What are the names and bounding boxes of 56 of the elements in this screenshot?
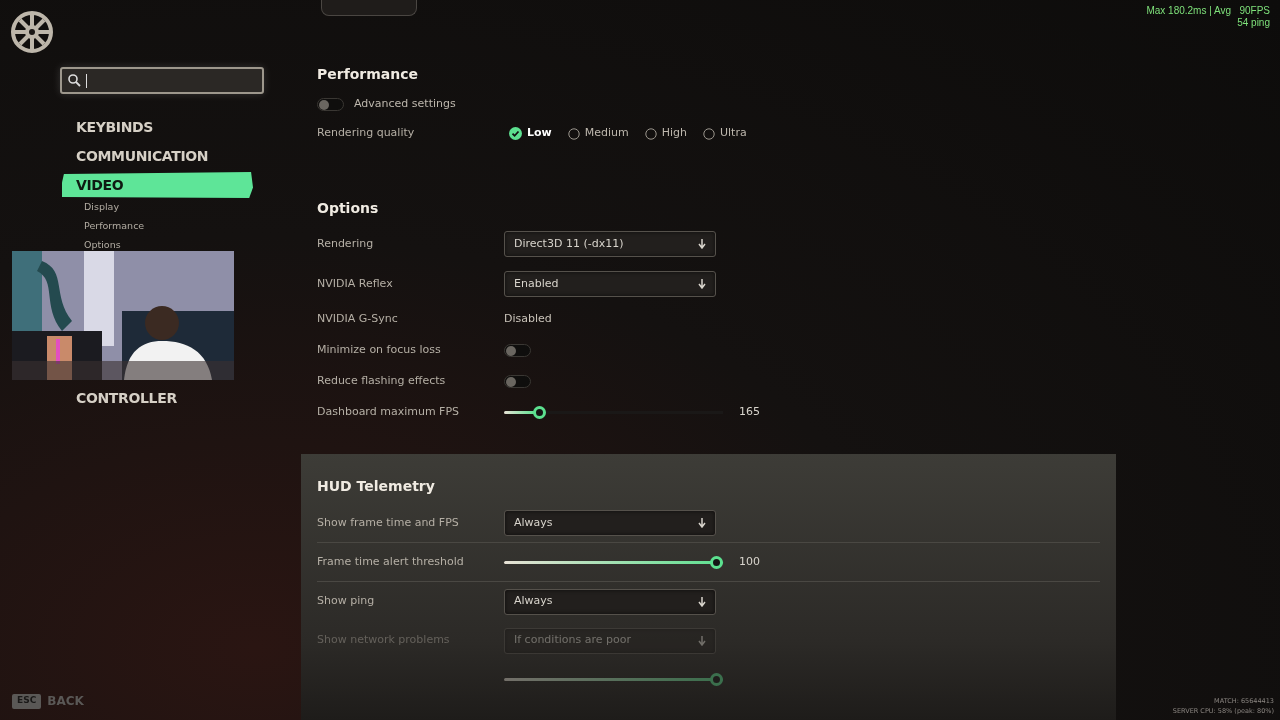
section-heading: Options <box>317 198 380 218</box>
search-icon <box>68 74 81 87</box>
down-arrow-icon <box>698 279 706 289</box>
wheel-logo-icon[interactable] <box>10 10 54 54</box>
toggle-switch[interactable] <box>504 375 531 388</box>
setting-label: Rendering <box>317 235 375 252</box>
toggle-switch[interactable] <box>317 98 344 111</box>
down-arrow-icon <box>698 635 706 646</box>
setting-label: Minimize on focus loss <box>317 342 442 359</box>
dropdown-value: Always <box>514 514 553 531</box>
setting-label: Advanced settings <box>354 96 456 113</box>
nav-subitem[interactable]: Performance <box>62 217 253 236</box>
search-field[interactable] <box>60 67 264 94</box>
dropdown[interactable]: Enabled <box>504 271 716 297</box>
setting-label: Frame time alert threshold <box>317 553 465 570</box>
dropdown-value: If conditions are poor <box>514 632 631 649</box>
tab-button[interactable] <box>321 0 417 16</box>
setting-label: Show ping <box>317 593 376 610</box>
toggle-switch[interactable] <box>504 344 531 357</box>
setting-label: Rendering quality <box>317 125 416 142</box>
radio-icon <box>644 127 657 140</box>
slider-value: 100 <box>739 553 760 570</box>
radio-option[interactable]: Low <box>509 125 552 142</box>
dropdown[interactable]: Direct3D 11 (-dx11) <box>504 231 716 257</box>
setting-label: Dashboard maximum FPS <box>317 404 461 421</box>
down-arrow-icon <box>698 596 706 607</box>
radio-option[interactable]: Ultra <box>703 125 747 142</box>
ping-readout: 54 ping <box>1237 17 1270 29</box>
down-arrow-icon <box>698 518 706 528</box>
nav-item[interactable]: VIDEO <box>62 172 253 198</box>
nav-item[interactable]: COMMUNICATION <box>62 143 253 169</box>
dropdown-value: Direct3D 11 (-dx11) <box>514 235 624 252</box>
checked-radio-icon <box>509 127 522 140</box>
radio-option[interactable]: Medium <box>567 125 629 142</box>
slider-value: 165 <box>739 404 760 421</box>
nav-item[interactable]: KEYBINDS <box>62 114 253 140</box>
dropdown-value: Always <box>514 593 553 610</box>
dropdown[interactable]: Always <box>504 510 716 536</box>
radio-option[interactable]: High <box>644 125 687 142</box>
nav-subitem[interactable]: Display <box>62 198 253 217</box>
setting-value: Disabled <box>504 311 552 328</box>
dropdown-value: Enabled <box>514 275 559 292</box>
section-heading: HUD Telemetry <box>317 476 436 496</box>
frame-stats: Max 180.2ms | Avg 90FPS <box>1146 5 1270 17</box>
esc-key: ESC <box>12 693 42 709</box>
setting-label: NVIDIA Reflex <box>317 275 394 292</box>
radio-icon <box>567 127 580 140</box>
down-arrow-icon <box>698 239 706 249</box>
radio-icon <box>703 127 715 140</box>
nav-subitem[interactable]: Options <box>62 236 253 255</box>
dropdown[interactable]: Always <box>504 588 716 615</box>
setting-label: Reduce flashing effects <box>317 373 447 390</box>
setting-label: Show frame time and FPS <box>317 514 460 531</box>
section-heading: Performance <box>317 64 420 84</box>
nav-item[interactable]: CONTROLLER <box>62 385 253 411</box>
setting-label: NVIDIA G-Sync <box>317 311 399 328</box>
